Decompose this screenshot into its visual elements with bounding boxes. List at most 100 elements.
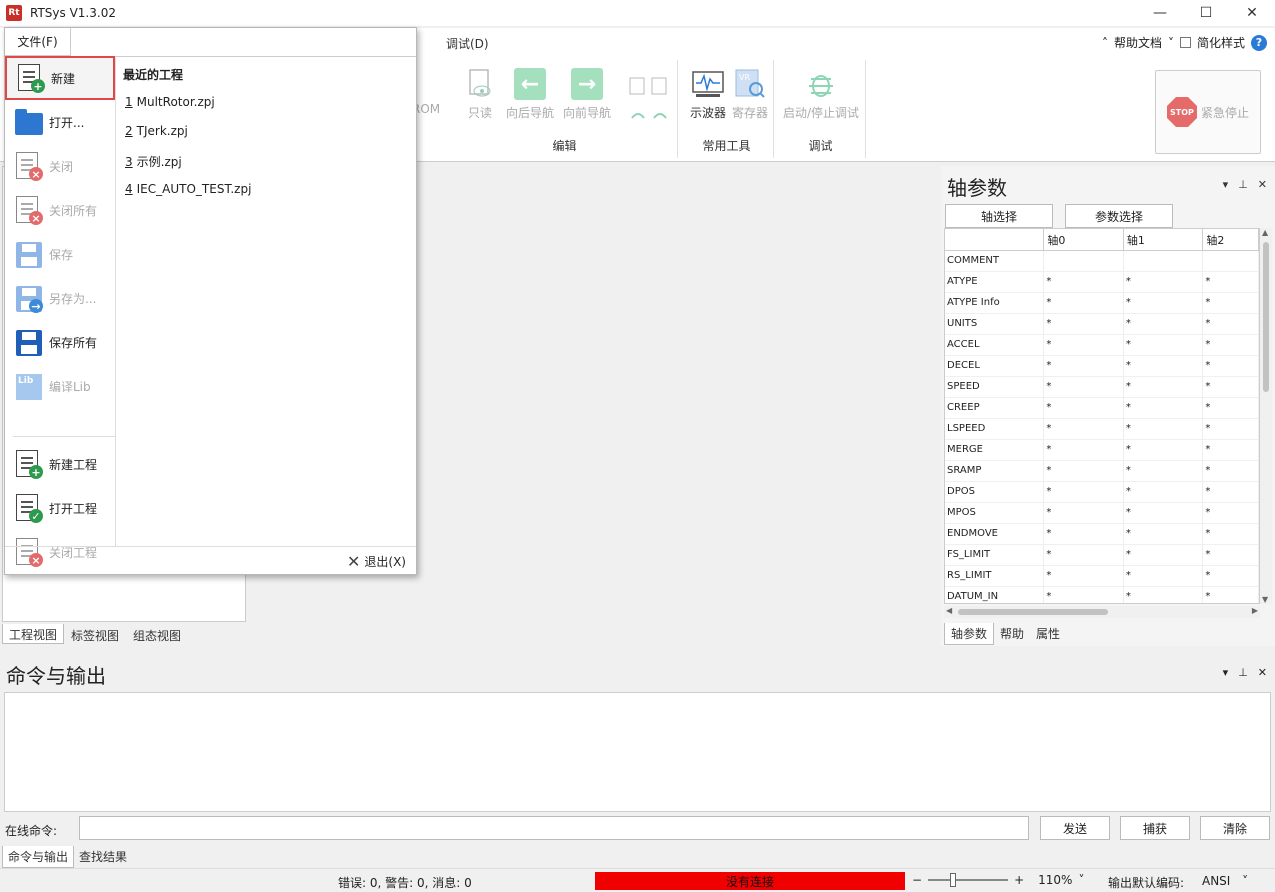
emergency-stop-button[interactable]: STOP 紧急停止 <box>1155 70 1261 154</box>
menu-item-open-project[interactable]: ✓ 打开工程 <box>5 486 115 530</box>
param-value-cell[interactable]: * <box>1044 377 1124 397</box>
simple-style-checkbox[interactable] <box>1179 37 1191 48</box>
param-value-cell[interactable]: * <box>1124 356 1204 376</box>
param-value-cell[interactable]: * <box>1124 419 1204 439</box>
param-value-cell[interactable]: * <box>1203 377 1259 397</box>
table-row[interactable]: ENDMOVE * * * <box>945 524 1259 545</box>
menu-item-compile-lib[interactable]: Lib 编译Lib <box>5 364 115 408</box>
minimize-button[interactable]: — <box>1137 0 1183 26</box>
help-icon[interactable]: ? <box>1251 34 1267 51</box>
encoding-selector[interactable]: ANSI ˅ <box>1202 874 1248 888</box>
menu-item-save[interactable]: 保存 <box>5 232 115 276</box>
param-value-cell[interactable]: * <box>1203 419 1259 439</box>
tab-find-results[interactable]: 查找结果 <box>74 846 132 868</box>
table-row[interactable]: SRAMP * * * <box>945 461 1259 482</box>
param-value-cell[interactable]: * <box>1124 461 1204 481</box>
param-value-cell[interactable]: * <box>1124 314 1204 334</box>
table-row[interactable]: LSPEED * * * <box>945 419 1259 440</box>
tab-project-view[interactable]: 工程视图 <box>2 624 65 644</box>
vertical-scroll-thumb[interactable] <box>1263 242 1269 392</box>
table-row[interactable]: DECEL * * * <box>945 356 1259 377</box>
send-button[interactable]: 发送 <box>1040 816 1110 840</box>
param-value-cell[interactable]: * <box>1124 503 1204 523</box>
menu-file[interactable]: 文件(F) <box>5 28 71 56</box>
param-value-cell[interactable] <box>1203 251 1259 271</box>
param-value-cell[interactable]: * <box>1044 293 1124 313</box>
scroll-up-icon[interactable]: ▲ <box>1262 228 1268 237</box>
output-pin-icon[interactable]: ⊥ <box>1238 666 1248 679</box>
param-value-cell[interactable]: * <box>1124 566 1204 586</box>
param-value-cell[interactable]: * <box>1044 335 1124 355</box>
param-value-cell[interactable]: * <box>1124 398 1204 418</box>
close-button[interactable]: ✕ <box>1229 0 1275 26</box>
param-value-cell[interactable]: * <box>1203 524 1259 544</box>
menu-item-close-all[interactable]: × 关闭所有 <box>5 188 115 232</box>
param-value-cell[interactable] <box>1124 251 1204 271</box>
param-value-cell[interactable]: * <box>1044 587 1124 603</box>
table-row[interactable]: MERGE * * * <box>945 440 1259 461</box>
param-value-cell[interactable]: * <box>1124 482 1204 502</box>
table-row[interactable]: DATUM_IN * * * <box>945 587 1259 603</box>
zoom-out-icon[interactable]: − <box>912 873 922 887</box>
start-stop-debug-button[interactable]: 启动/停止调试 <box>778 68 864 121</box>
online-command-input[interactable] <box>79 816 1029 840</box>
tab-axis-params[interactable]: 轴参数 <box>944 623 995 645</box>
menu-item-new-project[interactable]: + 新建工程 <box>5 442 115 486</box>
output-log[interactable] <box>4 692 1271 812</box>
param-value-cell[interactable]: * <box>1203 461 1259 481</box>
param-value-cell[interactable]: * <box>1203 503 1259 523</box>
param-value-cell[interactable]: * <box>1203 335 1259 355</box>
param-value-cell[interactable]: * <box>1203 398 1259 418</box>
dropdown-icon[interactable]: ▾ <box>1223 178 1229 191</box>
param-value-cell[interactable]: * <box>1203 566 1259 586</box>
table-row[interactable]: FS_LIMIT * * * <box>945 545 1259 566</box>
panel-close-icon[interactable]: ✕ <box>1258 178 1267 191</box>
grid-header-axis1[interactable]: 轴1 <box>1124 229 1204 250</box>
axis-select-button[interactable]: 轴选择 <box>945 204 1053 228</box>
param-value-cell[interactable]: * <box>1044 461 1124 481</box>
param-value-cell[interactable]: * <box>1124 587 1204 603</box>
table-row[interactable]: DPOS * * * <box>945 482 1259 503</box>
table-row[interactable]: RS_LIMIT * * * <box>945 566 1259 587</box>
tab-label-view[interactable]: 标签视图 <box>64 624 126 644</box>
menu-item-new[interactable]: + 新建 <box>5 56 115 100</box>
output-close-icon[interactable]: ✕ <box>1258 666 1267 679</box>
zoom-in-icon[interactable]: + <box>1014 873 1024 887</box>
recent-project-item[interactable]: 3 示例.zpj <box>125 153 182 170</box>
param-value-cell[interactable]: * <box>1124 293 1204 313</box>
param-value-cell[interactable]: * <box>1124 545 1204 565</box>
param-value-cell[interactable]: * <box>1203 545 1259 565</box>
recent-project-item[interactable]: 2 TJerk.zpj <box>125 124 188 138</box>
param-value-cell[interactable]: * <box>1044 272 1124 292</box>
param-value-cell[interactable]: * <box>1044 566 1124 586</box>
param-value-cell[interactable]: * <box>1044 545 1124 565</box>
help-docs-link[interactable]: 帮助文档 <box>1114 34 1162 51</box>
menu-item-save-as[interactable]: → 另存为... <box>5 276 115 320</box>
recent-project-item[interactable]: 1 MultRotor.zpj <box>125 95 215 109</box>
param-value-cell[interactable]: * <box>1124 335 1204 355</box>
param-value-cell[interactable]: * <box>1044 440 1124 460</box>
scroll-left-icon[interactable]: ◀ <box>946 606 952 615</box>
param-value-cell[interactable]: * <box>1044 524 1124 544</box>
maximize-button[interactable]: ☐ <box>1183 0 1229 26</box>
vertical-scrollbar[interactable]: ▲ ▼ <box>1260 228 1272 604</box>
param-value-cell[interactable]: * <box>1044 482 1124 502</box>
zoom-slider-knob[interactable] <box>950 873 957 887</box>
table-row[interactable]: MPOS * * * <box>945 503 1259 524</box>
param-value-cell[interactable]: * <box>1044 356 1124 376</box>
zoom-slider[interactable] <box>928 873 1009 887</box>
tab-properties[interactable]: 属性 <box>1030 623 1066 645</box>
table-row[interactable]: UNITS * * * <box>945 314 1259 335</box>
clear-button[interactable]: 清除 <box>1200 816 1270 840</box>
param-value-cell[interactable]: * <box>1044 503 1124 523</box>
zoom-chevron-icon[interactable]: ˅ <box>1078 873 1084 887</box>
param-value-cell[interactable]: * <box>1203 482 1259 502</box>
param-value-cell[interactable]: * <box>1203 272 1259 292</box>
param-value-cell[interactable]: * <box>1124 524 1204 544</box>
nav-forward-button[interactable]: → 向前导航 <box>559 68 615 121</box>
exit-button[interactable]: ✕ 退出(X) <box>347 552 406 571</box>
table-row[interactable]: ATYPE Info * * * <box>945 293 1259 314</box>
horizontal-scroll-thumb[interactable] <box>958 609 1108 615</box>
table-row[interactable]: ACCEL * * * <box>945 335 1259 356</box>
tab-config-view[interactable]: 组态视图 <box>126 624 188 644</box>
